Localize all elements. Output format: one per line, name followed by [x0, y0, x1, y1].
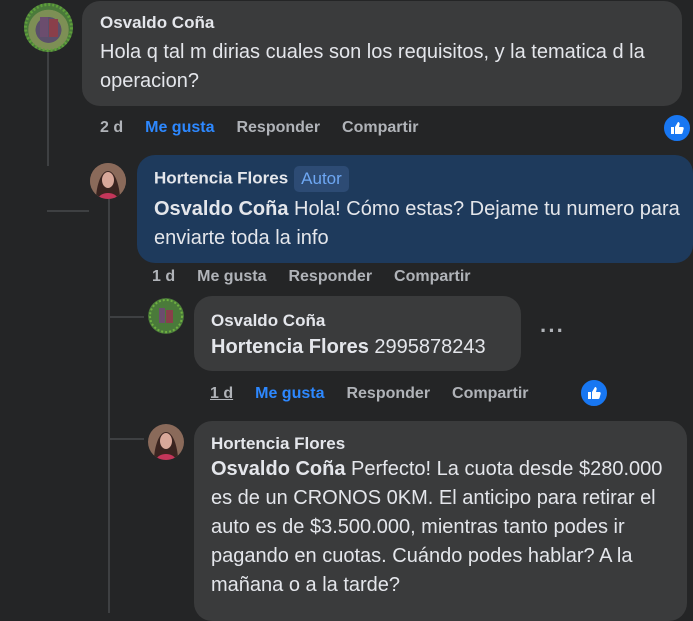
reply-button-3[interactable]: Responder [346, 385, 430, 402]
comment-text-1: Hola q tal m dirias cuales son los requi… [100, 41, 645, 92]
comment-bubble-2: Hortencia Flores Autor Osvaldo Coña Hola!… [137, 155, 693, 263]
comment-author-name-2[interactable]: Hortencia Flores [154, 168, 288, 187]
thread-connector-2 [108, 316, 144, 318]
comment-time-1[interactable]: 2 d [100, 119, 123, 136]
like-reaction-icon[interactable] [662, 113, 692, 143]
avatar-osvaldo-image [24, 3, 73, 52]
thread-connector-3 [108, 438, 144, 440]
thread-line-reply [108, 198, 110, 613]
like-button-3[interactable]: Me gusta [255, 385, 324, 402]
comment-author-1[interactable]: Osvaldo Coña [100, 13, 214, 33]
comment-actions-2: 1 d Me gusta Responder Compartir [152, 268, 493, 286]
avatar-hortencia[interactable] [90, 163, 126, 199]
share-button-1[interactable]: Compartir [342, 119, 418, 136]
mention-3[interactable]: Hortencia Flores [211, 336, 369, 358]
comment-actions-1: 2 d Me gusta Responder Compartir [100, 119, 441, 137]
avatar-osvaldo-2[interactable] [148, 298, 184, 334]
author-badge: Autor [294, 166, 349, 192]
share-button-3[interactable]: Compartir [452, 385, 528, 402]
comment-body-3: 2995878243 [374, 336, 486, 358]
avatar-osvaldo-2-image [148, 298, 184, 334]
comment-bubble-3: Osvaldo Coña Hortencia Flores 2995878243 [194, 296, 521, 371]
avatar-osvaldo[interactable] [24, 3, 73, 52]
comment-text-4: Osvaldo Coña Perfecto! La cuota desde $2… [211, 455, 681, 600]
mention-2[interactable]: Osvaldo Coña [154, 198, 288, 220]
like-reaction-icon-3[interactable] [579, 378, 609, 408]
avatar-hortencia-2[interactable] [148, 424, 184, 460]
comment-time-3[interactable]: 1 d [210, 385, 233, 402]
comment-author-2: Hortencia Flores Autor [154, 166, 349, 192]
mention-4[interactable]: Osvaldo Coña [211, 458, 345, 480]
like-button-2[interactable]: Me gusta [197, 268, 266, 285]
avatar-hortencia-image [90, 163, 126, 199]
comment-text-3: Hortencia Flores 2995878243 [211, 333, 486, 362]
comment-bubble-4: Hortencia Flores Osvaldo Coña Perfecto! … [194, 421, 687, 621]
share-button-2[interactable]: Compartir [394, 268, 470, 285]
comment-author-3[interactable]: Osvaldo Coña [211, 311, 325, 331]
comment-text-2: Osvaldo Coña Hola! Cómo estas? Dejame tu… [154, 195, 684, 253]
comment-actions-3: 1 d Me gusta Responder Compartir [210, 385, 551, 403]
comment-author-4[interactable]: Hortencia Flores [211, 434, 345, 454]
more-options-icon[interactable]: ··· [540, 318, 565, 344]
like-button-1[interactable]: Me gusta [145, 119, 214, 136]
thread-line-main [47, 50, 49, 166]
comment-time-2[interactable]: 1 d [152, 268, 175, 285]
thread-connector-1 [47, 180, 89, 212]
comment-bubble-1: Osvaldo Coña Hola q tal m dirias cuales … [82, 1, 682, 106]
reply-button-2[interactable]: Responder [288, 268, 372, 285]
avatar-hortencia-2-image [148, 424, 184, 460]
reply-button-1[interactable]: Responder [236, 119, 320, 136]
